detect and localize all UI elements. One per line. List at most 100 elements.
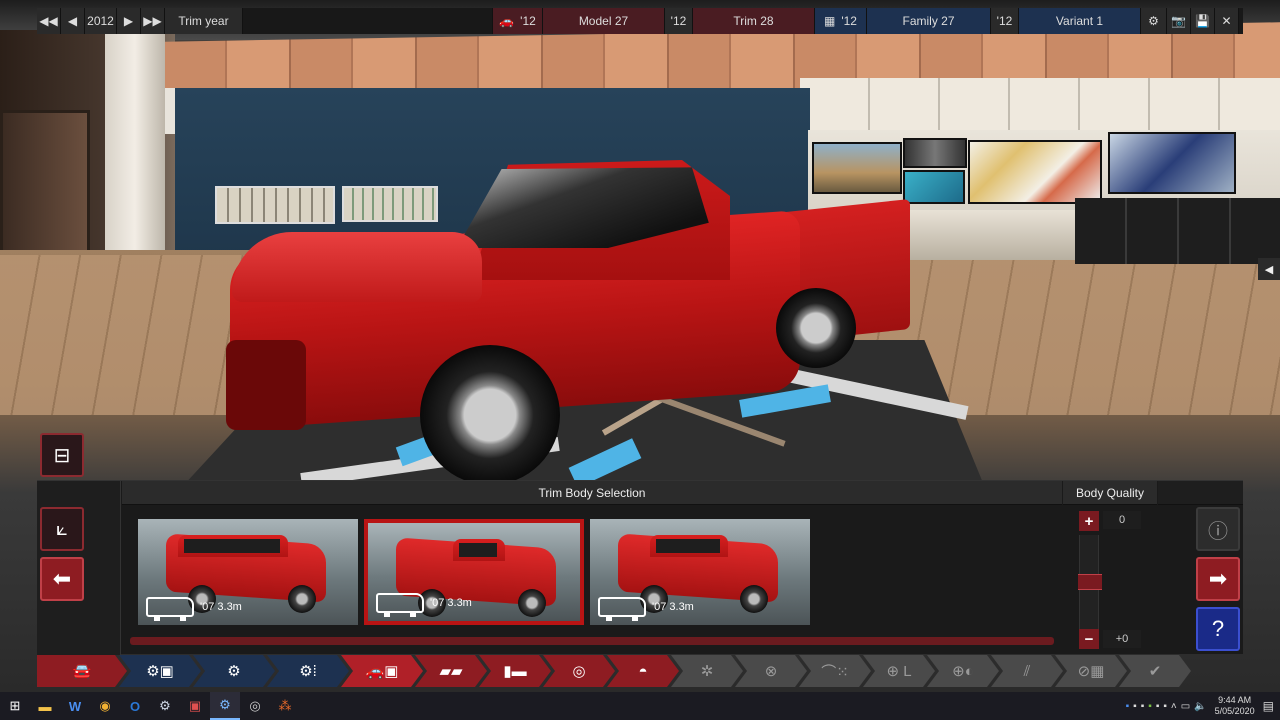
close-icon: ✕ [1221, 14, 1232, 28]
windows-logo-icon: ⊞ [9, 698, 21, 713]
nav-tab-steering-wheel[interactable]: ⊕◐ [927, 655, 999, 687]
cabinet [1075, 198, 1280, 264]
truck-rear-wheel [776, 288, 856, 368]
nav-tab-checkmark[interactable]: ✔ [1119, 655, 1191, 687]
tray-app-icon[interactable]: ▪ [1126, 701, 1130, 712]
tray-app-icon[interactable]: ▪ [1156, 701, 1160, 712]
skip-forward-icon: ▶▶ [143, 14, 162, 28]
notifications-icon[interactable]: ▤ [1263, 699, 1274, 713]
app-icon: ⁂ [278, 698, 292, 713]
trim-card-text: '07 3.3m [430, 597, 472, 609]
screenshot-button[interactable]: 📷 [1167, 8, 1191, 34]
chassis-icon: ▮▬ [503, 663, 527, 680]
settings-button[interactable]: ⚙ [1141, 8, 1167, 34]
quality-slider-thumb[interactable] [1078, 574, 1102, 590]
clock[interactable]: 9:44 AM 5/05/2020 [1211, 695, 1259, 717]
family-year-button[interactable]: ▦ '12 [815, 8, 867, 34]
variant-name-button[interactable]: Variant 1 [1019, 8, 1141, 34]
section-navigation: 🚘 ⚙▣ ⚙ ⚙⁞ 🚗▣ ▰▰ ▮▬ ◎ ◓ ✲ ⊗ ⌒⁙ ⊕ L ⊕◐ ⫽ ⊘▦ ✔ [37, 655, 1243, 687]
last-year-button[interactable]: ▶▶ [141, 8, 165, 34]
back-button[interactable]: ⬅ [40, 557, 84, 601]
nvidia-icon[interactable]: ▪ [1148, 701, 1152, 712]
start-button[interactable]: ⊞ [0, 692, 30, 720]
body-style-icon [146, 597, 194, 621]
taskbar-save-app[interactable]: ▣ [180, 692, 210, 720]
gauge-icon: ◎ [572, 663, 586, 680]
chevron-up-icon[interactable]: ˄ [1171, 701, 1177, 712]
trim-card-label: '07 3.3m [598, 597, 694, 621]
save-button[interactable]: 💾 [1191, 8, 1215, 34]
tray-app-icon[interactable]: ▪ [1133, 701, 1137, 712]
first-year-button[interactable]: ◀◀ [37, 8, 61, 34]
prev-year-button[interactable]: ◀ [61, 8, 85, 34]
nav-tab-steering-seat[interactable]: ⊕ L [863, 655, 935, 687]
model-name-button[interactable]: Model 27 [543, 8, 665, 34]
nav-tab-disc[interactable]: ⊗ [735, 655, 807, 687]
year-label: Trim year [165, 8, 243, 34]
info-button[interactable]: ⓘ [1196, 507, 1240, 551]
next-button[interactable]: ➡ [1196, 557, 1240, 601]
toggle-view-button[interactable]: ⊟ [40, 433, 84, 477]
truck-grille [226, 340, 306, 430]
trim-card-pickup[interactable]: '07 3.3m [364, 519, 584, 625]
quality-decrease-button[interactable]: − [1079, 629, 1099, 649]
nav-tab-engine-folder[interactable]: ⚙▣ [119, 655, 201, 687]
taskbar-steam[interactable]: ⚙ [150, 692, 180, 720]
trim-name-button[interactable]: Trim 28 [693, 8, 815, 34]
taskbar-other-app[interactable]: ⁂ [270, 692, 300, 720]
quality-value: 0 [1103, 511, 1141, 529]
volume-icon[interactable]: 🔈 [1194, 701, 1206, 712]
tool-board [215, 186, 335, 224]
gear-icon: ⚙ [1148, 14, 1159, 28]
nav-tab-finish-flag[interactable]: ⊘▦ [1055, 655, 1127, 687]
nav-tab-car-trim[interactable]: 🚗▣ [341, 655, 423, 687]
quality-slider[interactable] [1078, 535, 1102, 629]
exclamation-icon: ⓘ [1208, 520, 1228, 543]
car-body-icon: ▰▰ [439, 663, 463, 680]
bottom-panel: Trim Body Selection Body Quality '07 3.3… [37, 480, 1243, 655]
family-name-button[interactable]: Family 27 [867, 8, 991, 34]
nav-tab-speedometer[interactable]: ◓ [607, 655, 679, 687]
nav-tab-wheel[interactable]: ✲ [671, 655, 743, 687]
model-year: '12 [520, 14, 536, 28]
taskbar-chrome[interactable]: ◉ [90, 692, 120, 720]
trim-list-scrollbar[interactable] [130, 637, 1054, 645]
close-button[interactable]: ✕ [1215, 8, 1239, 34]
trim-year: '12 [665, 8, 693, 34]
nav-tab-chassis[interactable]: ▮▬ [479, 655, 551, 687]
finish-flag-icon: ⊘▦ [1077, 663, 1105, 680]
help-button[interactable]: ? [1196, 607, 1240, 651]
trim-card-suv[interactable]: '07 3.3m [138, 519, 358, 625]
family-year: '12 [841, 14, 857, 28]
taskbar-outlook[interactable]: O [120, 692, 150, 720]
car-trim-icon: 🚗▣ [365, 663, 399, 680]
nav-tab-car-body[interactable]: ▰▰ [415, 655, 487, 687]
taskbar-file-explorer[interactable]: ▬ [30, 692, 60, 720]
next-year-button[interactable]: ▶ [117, 8, 141, 34]
taskbar-obs[interactable]: ◎ [240, 692, 270, 720]
taskbar-word[interactable]: W [60, 692, 90, 720]
camera-angle-button[interactable]: ⟀ [40, 507, 84, 551]
game-icon: ⚙ [219, 697, 231, 712]
body-quality-control: + 0 − +0 [1078, 511, 1143, 651]
body-style-icon [598, 597, 646, 621]
nav-tab-engine-block[interactable]: ⚙ [193, 655, 275, 687]
nav-tab-car-paint[interactable]: ⌒⁙ [799, 655, 871, 687]
help-icon: ? [1211, 616, 1225, 641]
chevron-right-icon: ▶ [123, 14, 134, 28]
tray-app-icon[interactable]: ▪ [1163, 701, 1167, 712]
nav-tab-gauge[interactable]: ◎ [543, 655, 615, 687]
tray-app-icon[interactable]: ▪ [1141, 701, 1145, 712]
model-year-button[interactable]: 🚗 '12 [493, 8, 543, 34]
trim-car-window [459, 543, 497, 557]
trim-card-crew-cab[interactable]: '07 3.3m [590, 519, 810, 625]
road-icon: ⫽ [1023, 662, 1031, 680]
nav-tab-car[interactable]: 🚘 [37, 655, 127, 687]
trim-card-text: '07 3.3m [652, 601, 694, 613]
quality-increase-button[interactable]: + [1079, 511, 1099, 531]
collapse-panel-button[interactable]: ◀ [1258, 258, 1280, 280]
nav-tab-road[interactable]: ⫽ [991, 655, 1063, 687]
network-icon[interactable]: ▭ [1181, 701, 1190, 712]
nav-tab-engine-tuning[interactable]: ⚙⁞ [267, 655, 349, 687]
taskbar-automation-game[interactable]: ⚙ [210, 692, 240, 720]
